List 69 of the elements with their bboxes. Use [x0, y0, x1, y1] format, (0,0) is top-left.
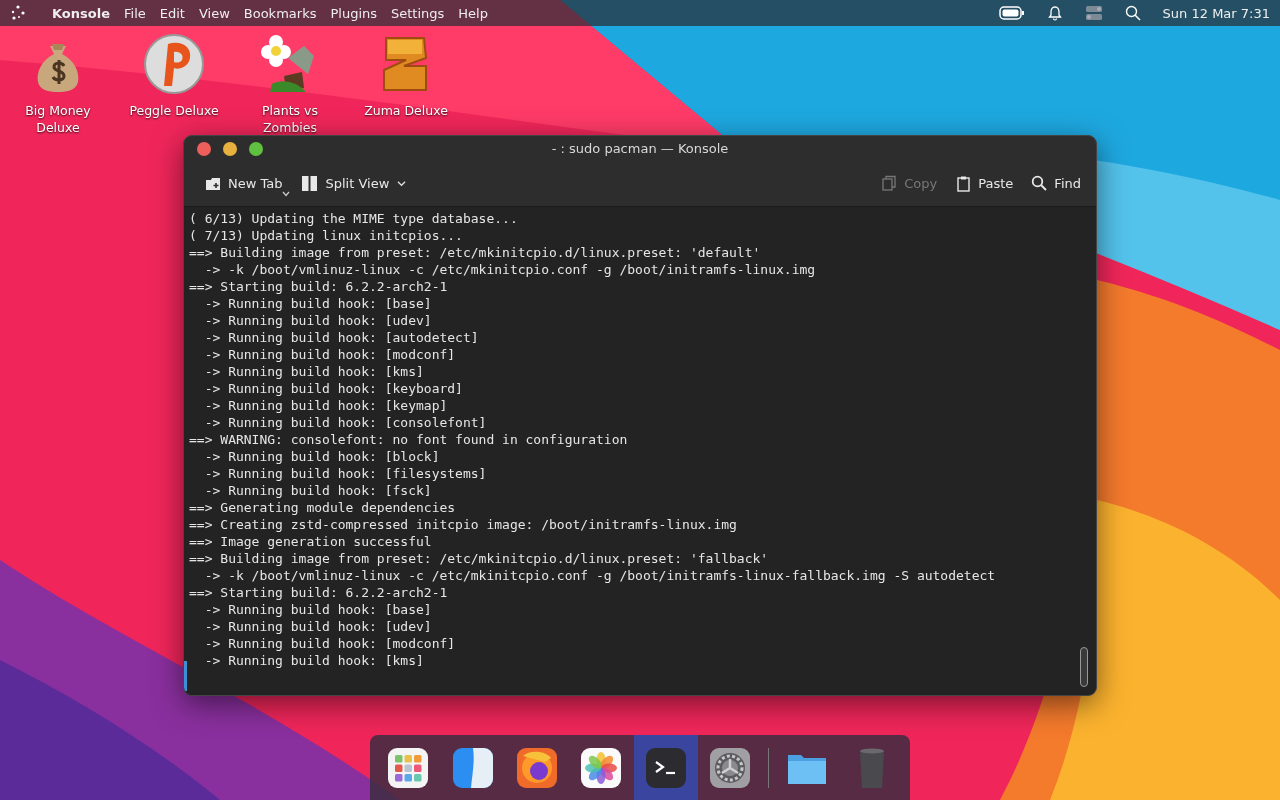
terminal-line: ( 6/13) Updating the MIME type database... [189, 210, 519, 227]
terminal-line: -> Running build hook: [modconf] [203, 635, 457, 652]
terminal-line: -> Running build hook: [udev] [203, 618, 433, 635]
terminal-line: ==> Starting build: 6.2.2-arch2-1 [189, 584, 449, 601]
menu-item[interactable]: Bookmarks [243, 5, 317, 21]
terminal-line: -> Running build hook: [filesystems] [203, 465, 488, 482]
flower-petals-icon [579, 745, 624, 790]
menu-item[interactable]: Plugins [330, 5, 377, 21]
terminal-line: -> Running build hook: [keyboard] [203, 380, 464, 397]
toolbar-button[interactable]: New Tab [200, 171, 288, 196]
terminal-line: -> Running build hook: [base] [203, 295, 433, 312]
search-icon[interactable] [1124, 5, 1141, 21]
search-icon [1031, 175, 1049, 192]
terminal-line: -> Running build hook: [udev] [203, 312, 433, 329]
icon-label[interactable]: Big Money Deluxe [13, 102, 103, 136]
terminal-line: ==> Building image from preset: /etc/mkinitcpio.d/linux.preset: 'default' [189, 244, 762, 261]
terminal-line: ==> Building image from preset: /etc/mkinitcpio.d/linux.preset: 'fallback' [189, 550, 770, 567]
copy-icon [881, 175, 899, 192]
terminal-line: -> -k /boot/vmlinuz-linux -c /etc/mkinitcpio.conf -g /boot/initramfs-linux-fallback.img -S autodetect [203, 567, 997, 584]
icon-label[interactable]: Plants vs Zombies [245, 102, 335, 136]
terminal-icon [643, 745, 688, 790]
terminal-line: -> Running build hook: [kms] [203, 652, 425, 669]
new-tab-icon [205, 175, 222, 192]
terminal-line: ==> Starting build: 6.2.2-arch2-1 [189, 278, 449, 295]
terminal-line: -> Running build hook: [modconf] [203, 346, 457, 363]
terminal-line: -> Running build hook: [keymap] [203, 397, 449, 414]
terminal-line: -> Running build hook: [fsck] [203, 482, 433, 499]
maximize-button[interactable] [249, 141, 263, 156]
icon-label[interactable]: Peggle Deluxe [129, 102, 219, 119]
cursor-marker [184, 661, 187, 691]
chevron-down-icon [397, 179, 407, 188]
app-name[interactable]: Konsole [52, 5, 110, 21]
caret-icon [281, 190, 290, 198]
terminal-line: -> Running build hook: [autodetect] [203, 329, 480, 346]
terminal-line: ( 7/13) Updating linux initcpios... [189, 227, 464, 244]
window-title: - : sudo pacman — Konsole [551, 141, 729, 156]
menu-item[interactable]: Help [458, 5, 488, 21]
terminal-line: -> Running build hook: [kms] [203, 363, 425, 380]
two-tone-square-icon [450, 745, 495, 790]
split-view-icon [300, 175, 318, 192]
dots-icon[interactable] [10, 5, 26, 21]
clipboard-icon [955, 175, 973, 192]
terminal-line: -> Running build hook: [base] [203, 601, 433, 618]
menu-item[interactable]: View [198, 5, 230, 21]
icon-label[interactable]: Zuma Deluxe [361, 102, 451, 119]
menu-item[interactable]: Edit [159, 5, 185, 21]
terminal-line: -> Running build hook: [consolefont] [203, 414, 488, 431]
battery-icon[interactable] [998, 5, 1025, 21]
terminal-line: ==> Creating zstd-compressed initcpio image: /boot/initramfs-linux.img [189, 516, 738, 533]
globe-icon [514, 745, 559, 790]
clock[interactable]: Sun 12 Mar 7:31 [1162, 5, 1270, 21]
terminal-line: -> -k /boot/vmlinuz-linux -c /etc/mkinitcpio.conf -g /boot/initramfs-linux.img [203, 261, 817, 278]
gear-icon [708, 745, 753, 790]
toolbar-button[interactable]: Paste [950, 171, 1019, 196]
orb-icon[interactable] [142, 32, 206, 96]
toolbar-button[interactable]: Split View [295, 171, 412, 196]
terminal-line: ==> WARNING: consolefont: no font found in configuration [189, 431, 629, 448]
minimize-button[interactable] [223, 141, 237, 156]
terminal-line: ==> Image generation successful [189, 533, 433, 550]
terminal-line: ==> Generating module dependencies [189, 499, 457, 516]
toolbar-button[interactable]: Find [1026, 171, 1086, 196]
toggle-icon[interactable] [1084, 5, 1103, 21]
scrollbar-thumb[interactable] [1080, 647, 1088, 687]
menu-item[interactable]: File [124, 5, 146, 21]
close-button[interactable] [197, 141, 211, 156]
terminal-line: -> Running build hook: [block] [203, 448, 441, 465]
bell-icon[interactable] [1046, 5, 1063, 21]
menu-item[interactable]: Settings [391, 5, 445, 21]
app-grid-icon [386, 745, 431, 790]
